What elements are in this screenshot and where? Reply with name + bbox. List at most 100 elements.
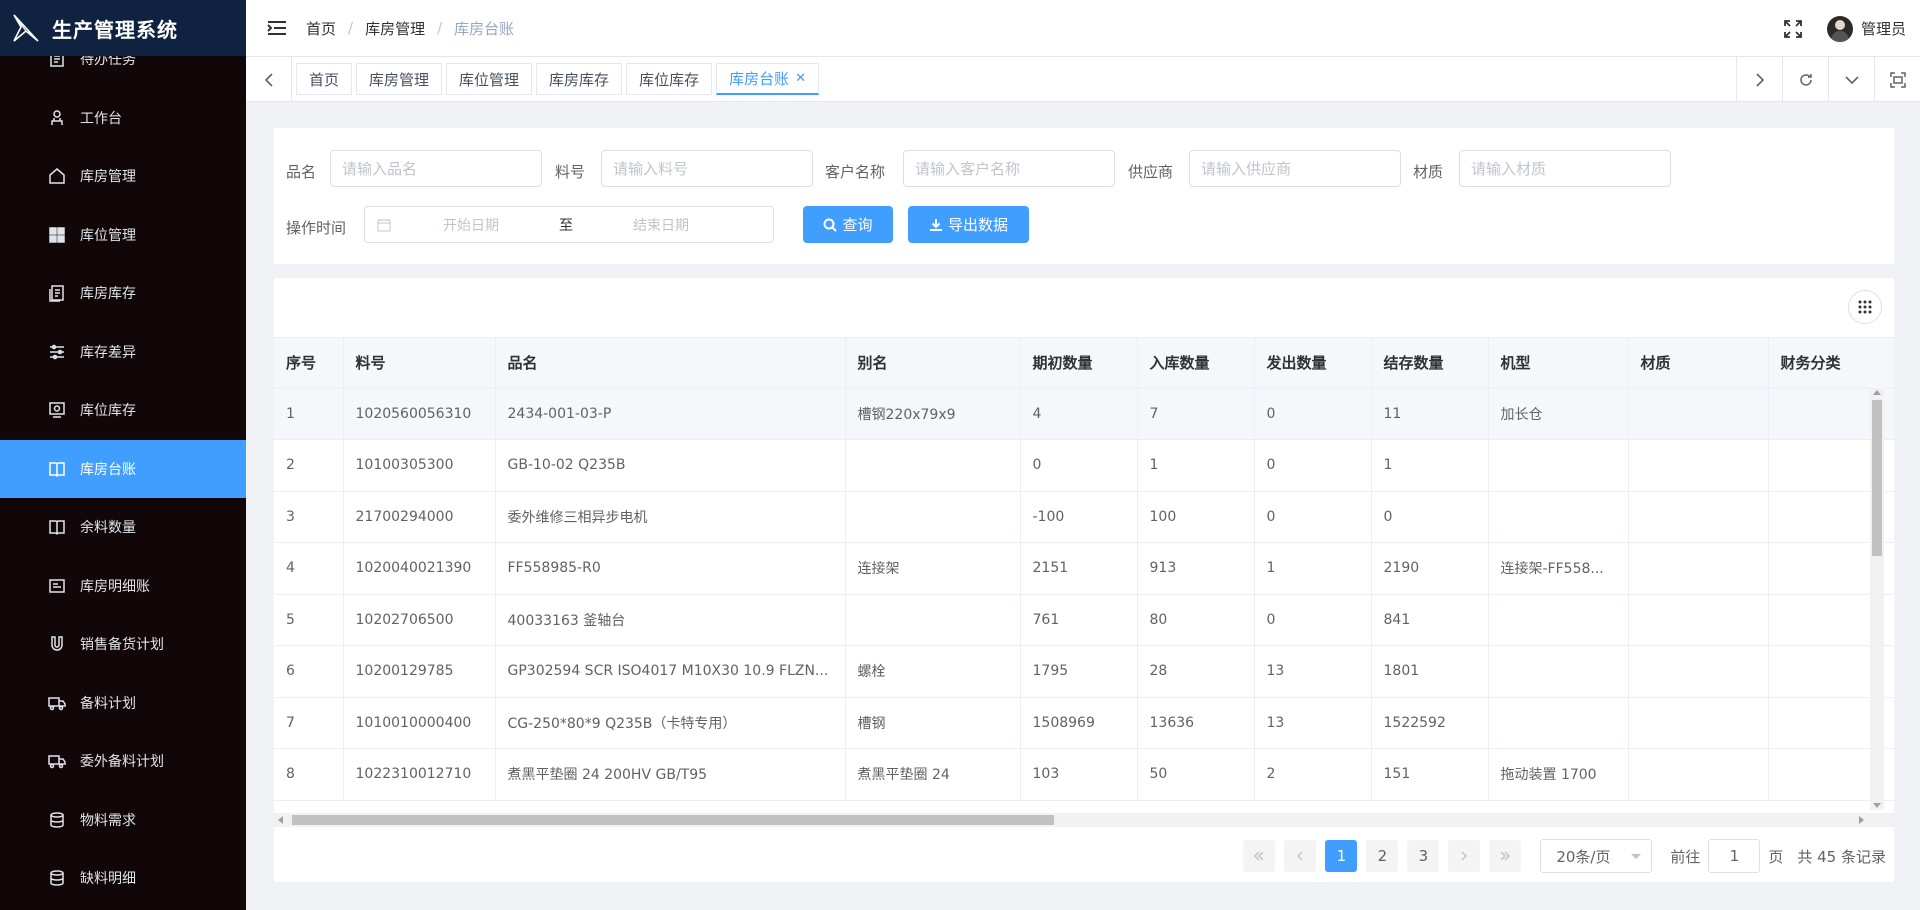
name-input[interactable]: [330, 150, 542, 187]
tab[interactable]: 库房库存: [536, 63, 623, 95]
table-row[interactable]: 6 10200129785 GP302594 SCR ISO4017 M10X30 …: [274, 645, 1894, 698]
table-cell: FF558985-R0: [495, 542, 846, 595]
page-size-value: 20条/页: [1556, 847, 1611, 866]
tab[interactable]: 首页: [296, 63, 353, 95]
menu-toggle-icon[interactable]: [266, 17, 288, 39]
sidebar-item[interactable]: 库位库存: [0, 381, 246, 440]
sidebar-item-label: 库房管理: [80, 169, 136, 186]
sidebar-item-label: 余料数量: [80, 520, 136, 537]
tab[interactable]: 库房管理: [356, 63, 443, 95]
table-row[interactable]: 4 1020040021390 FF558985-R0 连接架 2151 913 1 2190…: [274, 542, 1894, 595]
grid-icon: [48, 226, 66, 244]
chevron-down-icon[interactable]: [1828, 57, 1874, 102]
table-cell: 4: [274, 542, 344, 595]
column-settings-icon[interactable]: [1848, 290, 1882, 324]
table-cell: 1: [1137, 439, 1255, 492]
table-row[interactable]: 1 1020560056310 2434-001-03-P 槽钢220x79x9 4 7 0…: [274, 388, 1894, 440]
page-number-button[interactable]: 1: [1325, 840, 1358, 872]
magnet-icon: [48, 635, 66, 653]
sidebar-item[interactable]: 库位管理: [0, 206, 246, 265]
sidebar-item[interactable]: 库房管理: [0, 147, 246, 206]
material-input[interactable]: [1459, 150, 1671, 187]
tab[interactable]: 库房台账 ✕: [716, 63, 819, 95]
table-cell: [1628, 491, 1769, 543]
page-size-select[interactable]: 20条/页: [1540, 839, 1653, 873]
truck-icon: [48, 694, 66, 712]
sidebar-item[interactable]: 物料需求: [0, 791, 246, 850]
end-date-input[interactable]: 结束日期: [633, 215, 689, 235]
maximize-icon[interactable]: [1874, 57, 1920, 102]
username[interactable]: 管理员: [1861, 18, 1906, 39]
close-icon[interactable]: ✕: [795, 71, 806, 86]
goto-page-input[interactable]: [1708, 839, 1761, 873]
table-cell: 40033163 釜轴台: [495, 594, 846, 646]
last-page-icon[interactable]: [1489, 840, 1522, 872]
sidebar-item[interactable]: 销售备货计划: [0, 615, 246, 674]
table-cell: 80: [1137, 594, 1255, 646]
vertical-scrollbar[interactable]: [1870, 388, 1884, 810]
table-cell: [1628, 542, 1769, 595]
sidebar-item[interactable]: 工作台: [0, 89, 246, 148]
table-cell: 10200129785: [343, 645, 496, 698]
table-row[interactable]: 7 1010010000400 CG-250*80*9 Q235B（卡特专用） 槽钢 1…: [274, 697, 1894, 749]
tab[interactable]: 库位库存: [626, 63, 713, 95]
date-range-picker[interactable]: 开始日期 至 结束日期: [364, 206, 774, 243]
app-logo[interactable]: 生产管理系统: [0, 0, 246, 56]
table-row[interactable]: 2 10100305300 GB-10-02 Q235B 0 1 0 1: [274, 439, 1894, 492]
refresh-icon[interactable]: [1782, 57, 1828, 102]
column-header: 别名: [845, 338, 1021, 389]
sidebar-item-label: 库房明细账: [80, 578, 150, 595]
sidebar-item[interactable]: 备料计划: [0, 674, 246, 733]
fullscreen-icon[interactable]: [1783, 19, 1803, 39]
next-page-icon[interactable]: [1448, 840, 1481, 872]
supplier-input[interactable]: [1189, 150, 1401, 187]
prev-page-icon[interactable]: [1284, 840, 1317, 872]
table-cell: 槽钢: [845, 697, 1021, 749]
first-page-icon[interactable]: [1243, 840, 1276, 872]
table-cell: 螺栓: [845, 645, 1021, 698]
table-cell: [1628, 594, 1769, 646]
search-form: 品名 料号 客户名称 供应商 材质 操作时间 开始日期 至 结束日期 查询 导出…: [274, 128, 1894, 264]
breadcrumb-separator: /: [348, 19, 354, 37]
table-row[interactable]: 5 10202706500 40033163 釜轴台 761 80 0 841: [274, 594, 1894, 646]
customer-label: 客户名称: [825, 163, 886, 181]
sidebar-item[interactable]: 余料数量: [0, 498, 246, 557]
avatar[interactable]: [1826, 15, 1853, 42]
table-body: 1 1020560056310 2434-001-03-P 槽钢220x79x9 4 7 0…: [274, 388, 1894, 801]
sidebar-item[interactable]: 库房台账: [0, 439, 246, 498]
export-button[interactable]: 导出数据: [908, 206, 1029, 243]
code-input[interactable]: [601, 150, 813, 187]
breadcrumb-home[interactable]: 首页: [306, 18, 336, 39]
workbench-icon: [48, 109, 66, 127]
sidebar-item[interactable]: 库房明细账: [0, 557, 246, 616]
tags-scroll-right-icon[interactable]: [1736, 57, 1782, 102]
column-header: 入库数量: [1137, 338, 1255, 389]
sidebar-item[interactable]: 委外备料计划: [0, 732, 246, 791]
tab-label: 库位库存: [639, 70, 700, 89]
table-cell: 21700294000: [343, 491, 496, 543]
page-number-button[interactable]: 2: [1366, 840, 1399, 872]
table-row[interactable]: 8 1022310012710 煮黑平垫圈 24 200HV GB/T95 煮黑平垫圈…: [274, 748, 1894, 801]
sidebar-item-label: 库位管理: [80, 227, 136, 244]
query-button[interactable]: 查询: [803, 206, 893, 243]
sidebar-item[interactable]: 库房库存: [0, 264, 246, 323]
sidebar-item[interactable]: 缺料明细: [0, 849, 246, 908]
customer-input[interactable]: [903, 150, 1115, 187]
page-number-button[interactable]: 3: [1407, 840, 1440, 872]
table-cell: 1: [274, 388, 344, 440]
tab[interactable]: 库位管理: [446, 63, 533, 95]
supplier-label: 供应商: [1128, 163, 1174, 181]
table-cell: 0: [1254, 491, 1372, 543]
table-cell: 委外维修三相异步电机: [495, 491, 846, 543]
table-cell: 0: [1254, 388, 1372, 440]
table-row[interactable]: 3 21700294000 委外维修三相异步电机 -100 100 0 0: [274, 491, 1894, 543]
database-icon: [48, 869, 66, 887]
sidebar-item[interactable]: 库存差异: [0, 323, 246, 382]
start-date-input[interactable]: 开始日期: [443, 215, 499, 235]
table-cell: [845, 491, 1021, 543]
breadcrumb-warehouse[interactable]: 库房管理: [365, 18, 425, 39]
table-cell: 2434-001-03-P: [495, 388, 846, 440]
horizontal-scrollbar[interactable]: [274, 813, 1894, 827]
page-numbers: 123: [1325, 840, 1448, 872]
tags-scroll-left-icon[interactable]: [246, 57, 292, 102]
